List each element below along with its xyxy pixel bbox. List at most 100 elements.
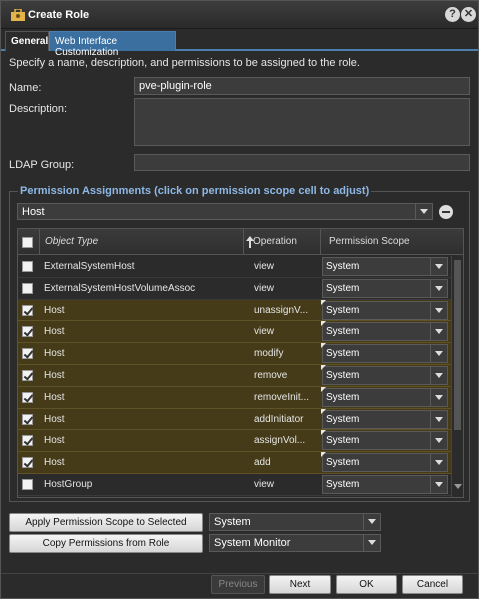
chevron-down-icon[interactable]: [430, 345, 447, 363]
row-checkbox[interactable]: [22, 478, 33, 490]
row-checkbox[interactable]: [22, 369, 33, 381]
chevron-down-icon[interactable]: [430, 279, 447, 297]
chevron-down-icon[interactable]: [363, 535, 380, 551]
apply-scope-value: System: [214, 516, 251, 528]
operation-cell: unassignV...: [254, 304, 309, 316]
row-checkbox[interactable]: [22, 304, 33, 316]
row-checkbox[interactable]: [22, 326, 33, 338]
row-checkbox[interactable]: [22, 413, 33, 425]
permission-scope-select[interactable]: System: [322, 453, 448, 473]
row-checkbox[interactable]: [22, 391, 33, 403]
description-label: Description:: [9, 103, 68, 115]
chevron-down-icon[interactable]: [430, 432, 447, 450]
modified-marker-icon: [321, 364, 326, 370]
close-icon[interactable]: ✕: [461, 7, 476, 22]
table-row[interactable]: ExternalSystemHostVolumeAssoc view System: [18, 278, 451, 300]
row-checkbox[interactable]: [22, 282, 33, 294]
column-operation[interactable]: Operation: [244, 229, 321, 255]
chevron-down-icon[interactable]: [430, 258, 447, 275]
modified-marker-icon: [321, 321, 326, 327]
previous-button[interactable]: Previous: [211, 575, 265, 594]
chevron-down-icon[interactable]: [430, 454, 447, 472]
create-role-dialog: Create Role ? ✕ General Web Interface Cu…: [0, 0, 479, 599]
grid-header: Object Type Operation Permission Scope: [18, 229, 463, 255]
apply-permission-scope-button[interactable]: Apply Permission Scope to Selected: [9, 513, 203, 532]
permission-scope-select[interactable]: System: [322, 278, 448, 298]
name-label: Name:: [9, 82, 42, 94]
chevron-down-icon[interactable]: [363, 514, 380, 530]
permission-assignments-title: Permission Assignments (click on permiss…: [18, 185, 372, 197]
chevron-down-icon[interactable]: [430, 323, 447, 341]
permissions-grid: Object Type Operation Permission Scope E…: [17, 228, 464, 498]
ldap-group-input[interactable]: [134, 154, 470, 171]
object-type-cell: Host: [44, 348, 65, 360]
select-all-checkbox[interactable]: [22, 237, 33, 248]
row-checkbox[interactable]: [22, 348, 33, 360]
title-bar[interactable]: Create Role ? ✕: [1, 1, 478, 29]
ok-button[interactable]: OK: [336, 575, 397, 594]
table-row[interactable]: Host add System: [18, 452, 451, 474]
permission-scope-select[interactable]: System: [322, 365, 448, 385]
apply-scope-select[interactable]: System: [209, 513, 381, 531]
table-row[interactable]: Host removeInit... System: [18, 386, 451, 409]
table-row[interactable]: Host remove System: [18, 364, 451, 387]
row-checkbox[interactable]: [22, 435, 33, 447]
chevron-down-icon[interactable]: [430, 301, 447, 319]
chevron-down-icon[interactable]: [430, 475, 447, 493]
chevron-down-icon[interactable]: [430, 410, 447, 428]
permission-scope-value: System: [326, 457, 360, 469]
table-row[interactable]: Host addInitiator System: [18, 408, 451, 431]
object-type-filter-select[interactable]: Host: [17, 203, 433, 220]
intro-text: Specify a name, description, and permiss…: [9, 57, 360, 69]
tab-web-interface-customization[interactable]: Web Interface Customization: [49, 31, 176, 58]
column-object-type[interactable]: Object Type: [40, 229, 254, 255]
modified-marker-icon: [321, 386, 326, 392]
table-row[interactable]: Host modify System: [18, 343, 451, 365]
table-row[interactable]: Host unassignV... System: [18, 299, 451, 322]
operation-cell: removeInit...: [254, 391, 310, 403]
copy-permissions-button[interactable]: Copy Permissions from Role: [9, 534, 203, 553]
help-icon[interactable]: ?: [445, 7, 460, 22]
table-row[interactable]: Host assignVol... System: [18, 430, 451, 453]
modified-marker-icon: [321, 452, 326, 458]
permission-scope-select[interactable]: System: [322, 474, 448, 494]
next-button[interactable]: Next: [269, 575, 331, 594]
copy-role-select[interactable]: System Monitor: [209, 534, 381, 552]
permission-scope-select[interactable]: System: [322, 431, 448, 451]
permission-scope-value: System: [326, 391, 360, 403]
description-input[interactable]: [134, 98, 470, 146]
column-object-type-label: Object Type: [45, 236, 99, 247]
object-type-cell: ExternalSystemHost: [44, 261, 135, 272]
permission-scope-select[interactable]: System: [322, 387, 448, 407]
role-icon: [11, 9, 25, 21]
permission-scope-select[interactable]: System: [322, 409, 448, 429]
grid-scrollbar[interactable]: [451, 256, 463, 497]
name-input[interactable]: pve-plugin-role: [134, 77, 470, 95]
modified-marker-icon: [321, 299, 326, 305]
tab-general[interactable]: General: [5, 31, 49, 51]
table-row[interactable]: HostGroup view System: [18, 474, 451, 496]
column-permission-scope[interactable]: Permission Scope: [321, 229, 451, 255]
select-all-column[interactable]: [18, 229, 40, 255]
row-checkbox[interactable]: [22, 261, 33, 272]
remove-filter-icon[interactable]: [439, 205, 453, 219]
table-row[interactable]: ExternalSystemHost view System: [18, 256, 451, 278]
scroll-down-icon[interactable]: [454, 484, 462, 489]
permission-scope-select[interactable]: System: [322, 344, 448, 364]
cancel-button[interactable]: Cancel: [402, 575, 463, 594]
permission-scope-value: System: [326, 369, 360, 381]
chevron-down-icon[interactable]: [430, 366, 447, 384]
table-row[interactable]: Host view System: [18, 321, 451, 344]
operation-cell: add: [254, 457, 271, 469]
permission-scope-select[interactable]: System: [322, 322, 448, 342]
permission-scope-select[interactable]: System: [322, 257, 448, 276]
row-checkbox[interactable]: [22, 457, 33, 469]
scrollbar-thumb[interactable]: [454, 260, 461, 430]
chevron-down-icon[interactable]: [430, 388, 447, 406]
object-type-cell: Host: [44, 413, 65, 425]
permission-scope-select[interactable]: System: [322, 300, 448, 320]
chevron-down-icon[interactable]: [415, 204, 432, 219]
permission-scope-value: System: [326, 304, 360, 316]
operation-cell: addInitiator: [254, 413, 304, 425]
operation-cell: view: [254, 261, 275, 272]
